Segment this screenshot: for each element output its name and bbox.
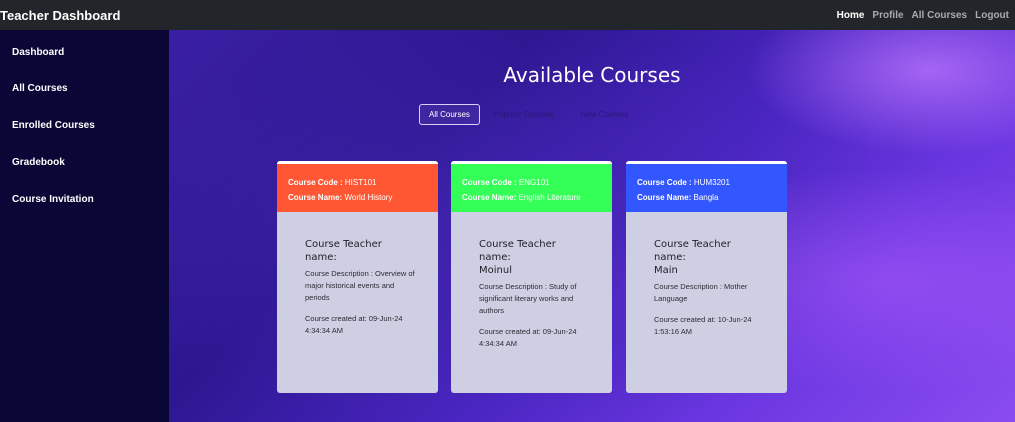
- course-code-label: Course Code :: [462, 178, 517, 187]
- course-teacher-label: Course Teacher name:: [654, 239, 731, 263]
- course-teacher-name: Moinul: [479, 265, 512, 276]
- course-name-label: Course Name:: [288, 193, 343, 202]
- course-code: ENG101: [518, 178, 550, 187]
- course-name-label: Course Name:: [637, 193, 692, 202]
- course-card[interactable]: Course Code : ENG101 Course Name: Englis…: [451, 161, 612, 393]
- main-content: Available Courses All Courses Popular Co…: [169, 30, 1015, 422]
- course-filter-tabs: All Courses Popular Courses New Courses: [419, 104, 638, 125]
- course-card[interactable]: Course Code : HUM3201 Course Name: Bangl…: [626, 161, 787, 393]
- sidebar-item-enrolled-courses[interactable]: Enrolled Courses: [0, 104, 169, 141]
- course-card[interactable]: Course Code : HIST101 Course Name: World…: [277, 161, 438, 393]
- course-name: Bangla: [693, 193, 719, 202]
- tab-all-courses[interactable]: All Courses: [419, 104, 480, 125]
- sidebar: Dashboard All Courses Enrolled Courses G…: [0, 30, 169, 422]
- course-card-header: Course Code : ENG101 Course Name: Englis…: [451, 161, 612, 212]
- course-created-at: Course created at: 09-Jun-24 4:34:34 AM: [479, 327, 577, 348]
- nav-all-courses-link[interactable]: All Courses: [912, 10, 968, 21]
- sidebar-item-all-courses[interactable]: All Courses: [0, 67, 169, 104]
- nav-profile-link[interactable]: Profile: [872, 10, 903, 21]
- course-name: World History: [344, 193, 393, 202]
- course-code-label: Course Code :: [637, 178, 692, 187]
- top-nav-links: Home Profile All Courses Logout: [837, 10, 1009, 21]
- course-card-body: Course Teacher name: Course Description …: [277, 212, 438, 337]
- brand-title[interactable]: Teacher Dashboard: [0, 8, 120, 23]
- course-card-header: Course Code : HIST101 Course Name: World…: [277, 161, 438, 212]
- course-name-label: Course Name:: [462, 193, 517, 202]
- course-name: English Literature: [518, 193, 581, 202]
- course-description: Course Description : Overview of major h…: [305, 269, 415, 302]
- course-teacher-label: Course Teacher name:: [305, 239, 382, 263]
- sidebar-item-course-invitation[interactable]: Course Invitation: [0, 178, 169, 215]
- course-teacher-name: Main: [654, 265, 678, 276]
- course-created-at: Course created at: 09-Jun-24 4:34:34 AM: [305, 314, 403, 335]
- course-code-label: Course Code :: [288, 178, 343, 187]
- course-card-header: Course Code : HUM3201 Course Name: Bangl…: [626, 161, 787, 212]
- course-card-body: Course Teacher name: Main Course Descrip…: [626, 212, 787, 338]
- course-card-body: Course Teacher name: Moinul Course Descr…: [451, 212, 612, 350]
- course-created-at: Course created at: 10-Jun-24 1:53:16 AM: [654, 315, 752, 336]
- nav-home-link[interactable]: Home: [837, 10, 865, 21]
- sidebar-item-gradebook[interactable]: Gradebook: [0, 141, 169, 178]
- sidebar-item-dashboard[interactable]: Dashboard: [0, 30, 169, 67]
- course-description: Course Description : Study of significan…: [479, 282, 577, 315]
- course-code: HUM3201: [693, 178, 730, 187]
- course-description: Course Description : Mother Language: [654, 282, 748, 303]
- tab-new-courses[interactable]: New Courses: [572, 105, 638, 124]
- top-navbar: Teacher Dashboard Home Profile All Cours…: [0, 0, 1015, 30]
- course-teacher-label: Course Teacher name:: [479, 239, 556, 263]
- tab-popular-courses[interactable]: Popular Courses: [485, 105, 563, 124]
- page-title: Available Courses: [503, 63, 681, 87]
- nav-logout-link[interactable]: Logout: [975, 10, 1009, 21]
- course-code: HIST101: [344, 178, 377, 187]
